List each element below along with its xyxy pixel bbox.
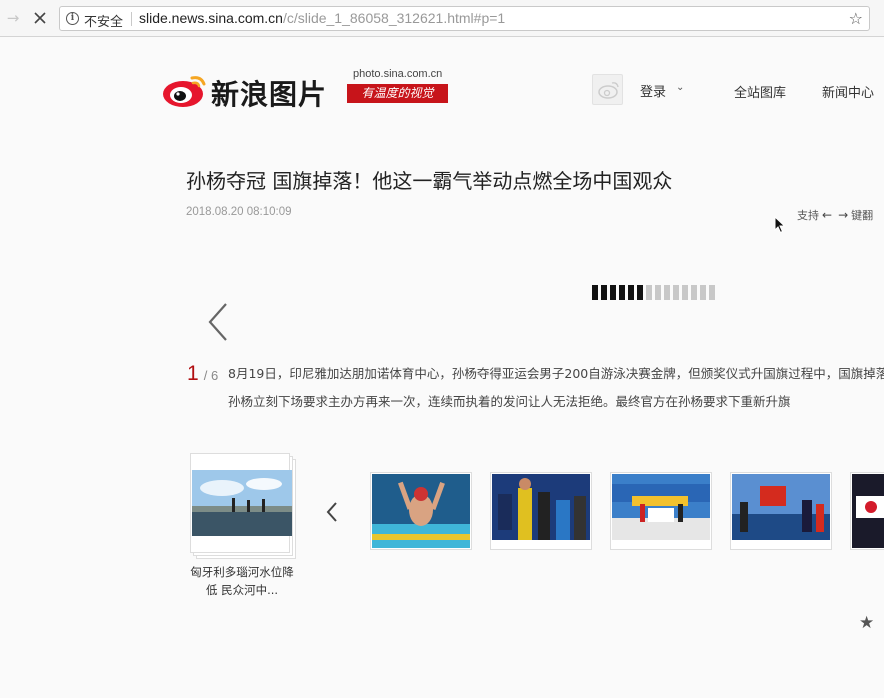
slide-counter: 1 / 6 bbox=[187, 362, 218, 386]
slide-counter-total: / 6 bbox=[203, 368, 219, 383]
album-cover-image bbox=[192, 470, 292, 536]
progress-segment bbox=[664, 285, 670, 300]
prev-slide-chevron-icon[interactable] bbox=[205, 301, 231, 343]
publish-date: 2018.08.20 08:10:09 bbox=[186, 206, 292, 218]
progress-segment bbox=[628, 285, 634, 300]
progress-segment bbox=[691, 285, 697, 300]
nav-news-center[interactable]: 新闻中心 bbox=[822, 82, 874, 101]
weibo-avatar-icon bbox=[598, 82, 619, 99]
avatar[interactable] bbox=[592, 74, 623, 105]
progress-segment bbox=[655, 285, 661, 300]
thumbnail-image bbox=[492, 474, 590, 540]
progress-segment bbox=[700, 285, 706, 300]
thumbnail-1[interactable] bbox=[370, 472, 472, 550]
url-divider bbox=[131, 12, 132, 26]
slide-counter-current: 1 bbox=[187, 362, 199, 385]
progress-segment bbox=[601, 285, 607, 300]
logo-wordmark: 新浪图片 bbox=[211, 78, 328, 111]
progress-segment bbox=[610, 285, 616, 300]
slide-progress-bar bbox=[592, 285, 715, 300]
logo-slogan: 有温度的视觉 bbox=[347, 84, 448, 103]
left-arrow-icon: ← bbox=[822, 208, 833, 222]
related-album-card[interactable] bbox=[190, 453, 296, 559]
thumbs-prev-chevron-icon[interactable] bbox=[324, 500, 340, 524]
progress-segment bbox=[637, 285, 643, 300]
right-arrow-icon: → bbox=[838, 208, 849, 222]
stop-loading-icon[interactable] bbox=[30, 8, 50, 28]
address-bar[interactable]: i 不安全 slide.news.sina.com.cn/c/slide_1_8… bbox=[59, 6, 870, 31]
thumbnail-4[interactable] bbox=[730, 472, 832, 550]
sina-photo-logo[interactable]: 新浪图片 photo.sina.com.cn 有温度的视觉 bbox=[161, 68, 451, 111]
keyboard-hint: 支持 ← → 键翻 bbox=[797, 207, 873, 223]
url-path: /c/slide_1_86058_312621.html#p=1 bbox=[282, 10, 506, 26]
sina-eye-logo-icon bbox=[163, 76, 206, 107]
security-label: 不安全 bbox=[84, 15, 124, 30]
login-link[interactable]: 登录 bbox=[640, 81, 666, 100]
info-icon[interactable]: i bbox=[66, 12, 79, 25]
progress-segment bbox=[619, 285, 625, 300]
bookmark-star-icon[interactable]: ☆ bbox=[849, 9, 863, 28]
forward-arrow-icon[interactable]: → bbox=[4, 9, 22, 27]
chevron-down-icon[interactable]: ⌄ bbox=[676, 82, 684, 93]
thumbnail-image bbox=[372, 474, 470, 548]
progress-segment bbox=[592, 285, 598, 300]
stack-sheet bbox=[190, 453, 292, 553]
thumbnail-2[interactable] bbox=[490, 472, 592, 550]
progress-segment bbox=[682, 285, 688, 300]
page-title: 孙杨夺冠 国旗掉落！他这一霸气举动点燃全场中国观众 bbox=[186, 169, 673, 193]
keyboard-hint-prefix: 支持 bbox=[797, 209, 819, 222]
keyboard-hint-suffix: 键翻 bbox=[851, 209, 874, 222]
thumbnail-3[interactable] bbox=[610, 472, 712, 550]
nav-all-gallery[interactable]: 全站图库 bbox=[734, 82, 786, 101]
mouse-cursor-icon bbox=[774, 216, 786, 234]
thumbnail-5[interactable] bbox=[850, 472, 884, 550]
url-text[interactable]: slide.news.sina.com.cn/c/slide_1_86058_3… bbox=[139, 10, 505, 26]
url-domain: slide.news.sina.com.cn bbox=[139, 10, 283, 26]
thumbnail-image bbox=[612, 474, 710, 540]
thumbnail-image bbox=[852, 474, 884, 548]
thumbnail-image bbox=[732, 474, 830, 540]
browser-toolbar: → i 不安全 slide.news.sina.com.cn/c/slide_1… bbox=[0, 0, 884, 37]
progress-segment bbox=[646, 285, 652, 300]
related-album-title[interactable]: 匈牙利多瑙河水位降低 民众河中... bbox=[186, 563, 298, 599]
progress-segment bbox=[709, 285, 715, 300]
logo-domain: photo.sina.com.cn bbox=[353, 68, 443, 80]
slide-caption: 8月19日，印尼雅加达朋加诺体育中心，孙杨夺得亚运会男子200自游泳决赛金牌，但… bbox=[228, 366, 884, 409]
favorite-star-icon[interactable]: ★ bbox=[859, 613, 874, 633]
progress-segment bbox=[673, 285, 679, 300]
